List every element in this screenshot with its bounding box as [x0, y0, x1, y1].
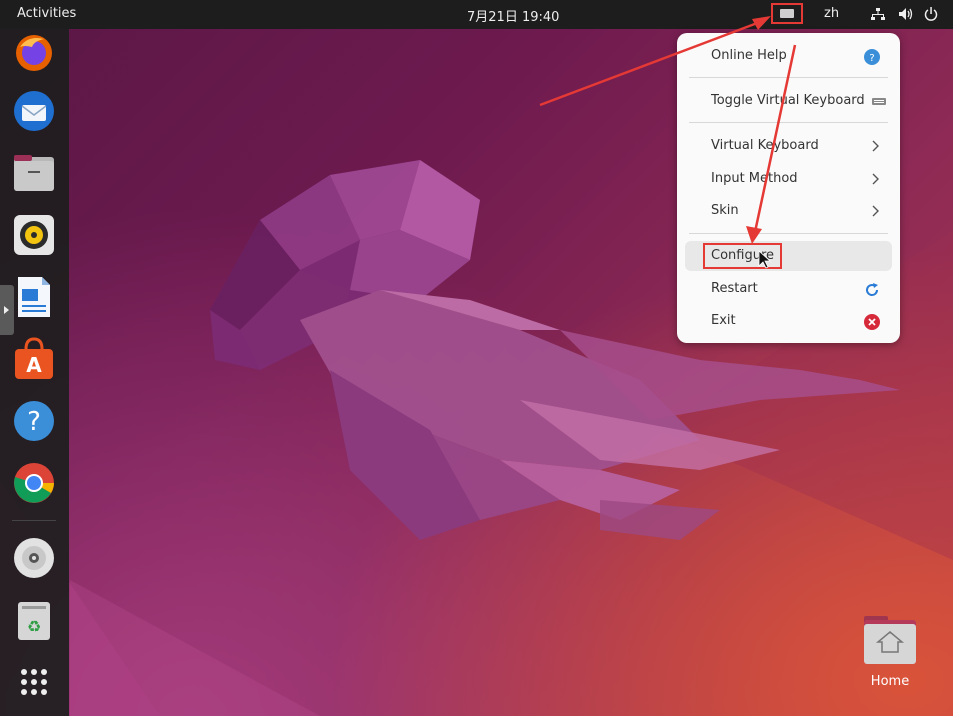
- rhythmbox-icon[interactable]: [12, 213, 56, 257]
- network-icon[interactable]: [871, 7, 885, 21]
- input-method-menu: Online Help ? Toggle Virtual Keyboard Vi…: [677, 33, 900, 343]
- chevron-right-icon: [872, 205, 879, 217]
- volume-icon[interactable]: [898, 7, 914, 21]
- menu-item-label: Online Help: [711, 48, 787, 63]
- chevron-right-icon: [872, 140, 879, 152]
- desktop-home-folder[interactable]: Home: [858, 612, 922, 692]
- menu-item-input-method[interactable]: Input Method: [685, 164, 892, 194]
- menu-separator: [689, 122, 888, 123]
- svg-text:?: ?: [27, 407, 41, 437]
- dock-separator: [12, 520, 56, 521]
- input-method-indicator[interactable]: [771, 3, 803, 24]
- menu-item-label: Exit: [711, 313, 736, 328]
- files-icon[interactable]: [12, 151, 56, 195]
- firefox-icon[interactable]: [12, 31, 56, 75]
- clock[interactable]: 7月21日 19:40: [467, 6, 559, 25]
- menu-item-virtual-keyboard[interactable]: Virtual Keyboard: [685, 131, 892, 161]
- svg-text:♻: ♻: [27, 617, 41, 636]
- menu-separator: [689, 77, 888, 78]
- keyboard-icon: [780, 9, 794, 18]
- power-icon[interactable]: [924, 7, 938, 21]
- menu-item-label: Input Method: [711, 171, 798, 186]
- chevron-right-icon: [872, 173, 879, 185]
- libreoffice-writer-icon[interactable]: [12, 275, 56, 319]
- ubuntu-software-icon[interactable]: A: [12, 337, 56, 381]
- running-indicator: [0, 285, 14, 335]
- help-icon[interactable]: ?: [12, 399, 56, 443]
- desktop-screen: Activities 7月21日 19:40 zh A ? ♻ Online H…: [0, 0, 953, 716]
- dock: A ? ♻: [0, 29, 69, 716]
- chrome-icon[interactable]: [12, 461, 56, 505]
- menu-separator: [689, 233, 888, 234]
- menu-item-exit[interactable]: Exit: [685, 306, 892, 336]
- menu-item-label: Virtual Keyboard: [711, 138, 819, 153]
- dvd-drive-icon[interactable]: [12, 536, 56, 580]
- activities-button[interactable]: Activities: [17, 6, 76, 21]
- thunderbird-icon[interactable]: [12, 89, 56, 133]
- menu-item-configure[interactable]: Configure: [685, 241, 892, 271]
- svg-text:A: A: [26, 353, 42, 377]
- menu-item-label: Skin: [711, 203, 739, 218]
- menu-item-label: Restart: [711, 281, 758, 296]
- keyboard-icon: [872, 98, 886, 105]
- home-folder-label: Home: [870, 674, 910, 689]
- home-folder-icon: [864, 616, 916, 664]
- svg-text:?: ?: [869, 53, 874, 64]
- menu-item-label: Configure: [711, 248, 775, 263]
- show-applications-icon[interactable]: [12, 660, 56, 704]
- restart-icon: [866, 283, 879, 296]
- trash-icon[interactable]: ♻: [12, 598, 56, 642]
- menu-item-online-help[interactable]: Online Help ?: [685, 41, 892, 71]
- menu-item-toggle-virtual-keyboard[interactable]: Toggle Virtual Keyboard: [685, 86, 892, 116]
- help-icon: ?: [864, 49, 880, 65]
- menu-item-skin[interactable]: Skin: [685, 196, 892, 226]
- language-indicator[interactable]: zh: [824, 6, 839, 21]
- top-bar: Activities 7月21日 19:40 zh: [0, 0, 953, 29]
- menu-item-restart[interactable]: Restart: [685, 274, 892, 304]
- exit-icon: [864, 314, 880, 330]
- menu-item-label: Toggle Virtual Keyboard: [711, 93, 865, 108]
